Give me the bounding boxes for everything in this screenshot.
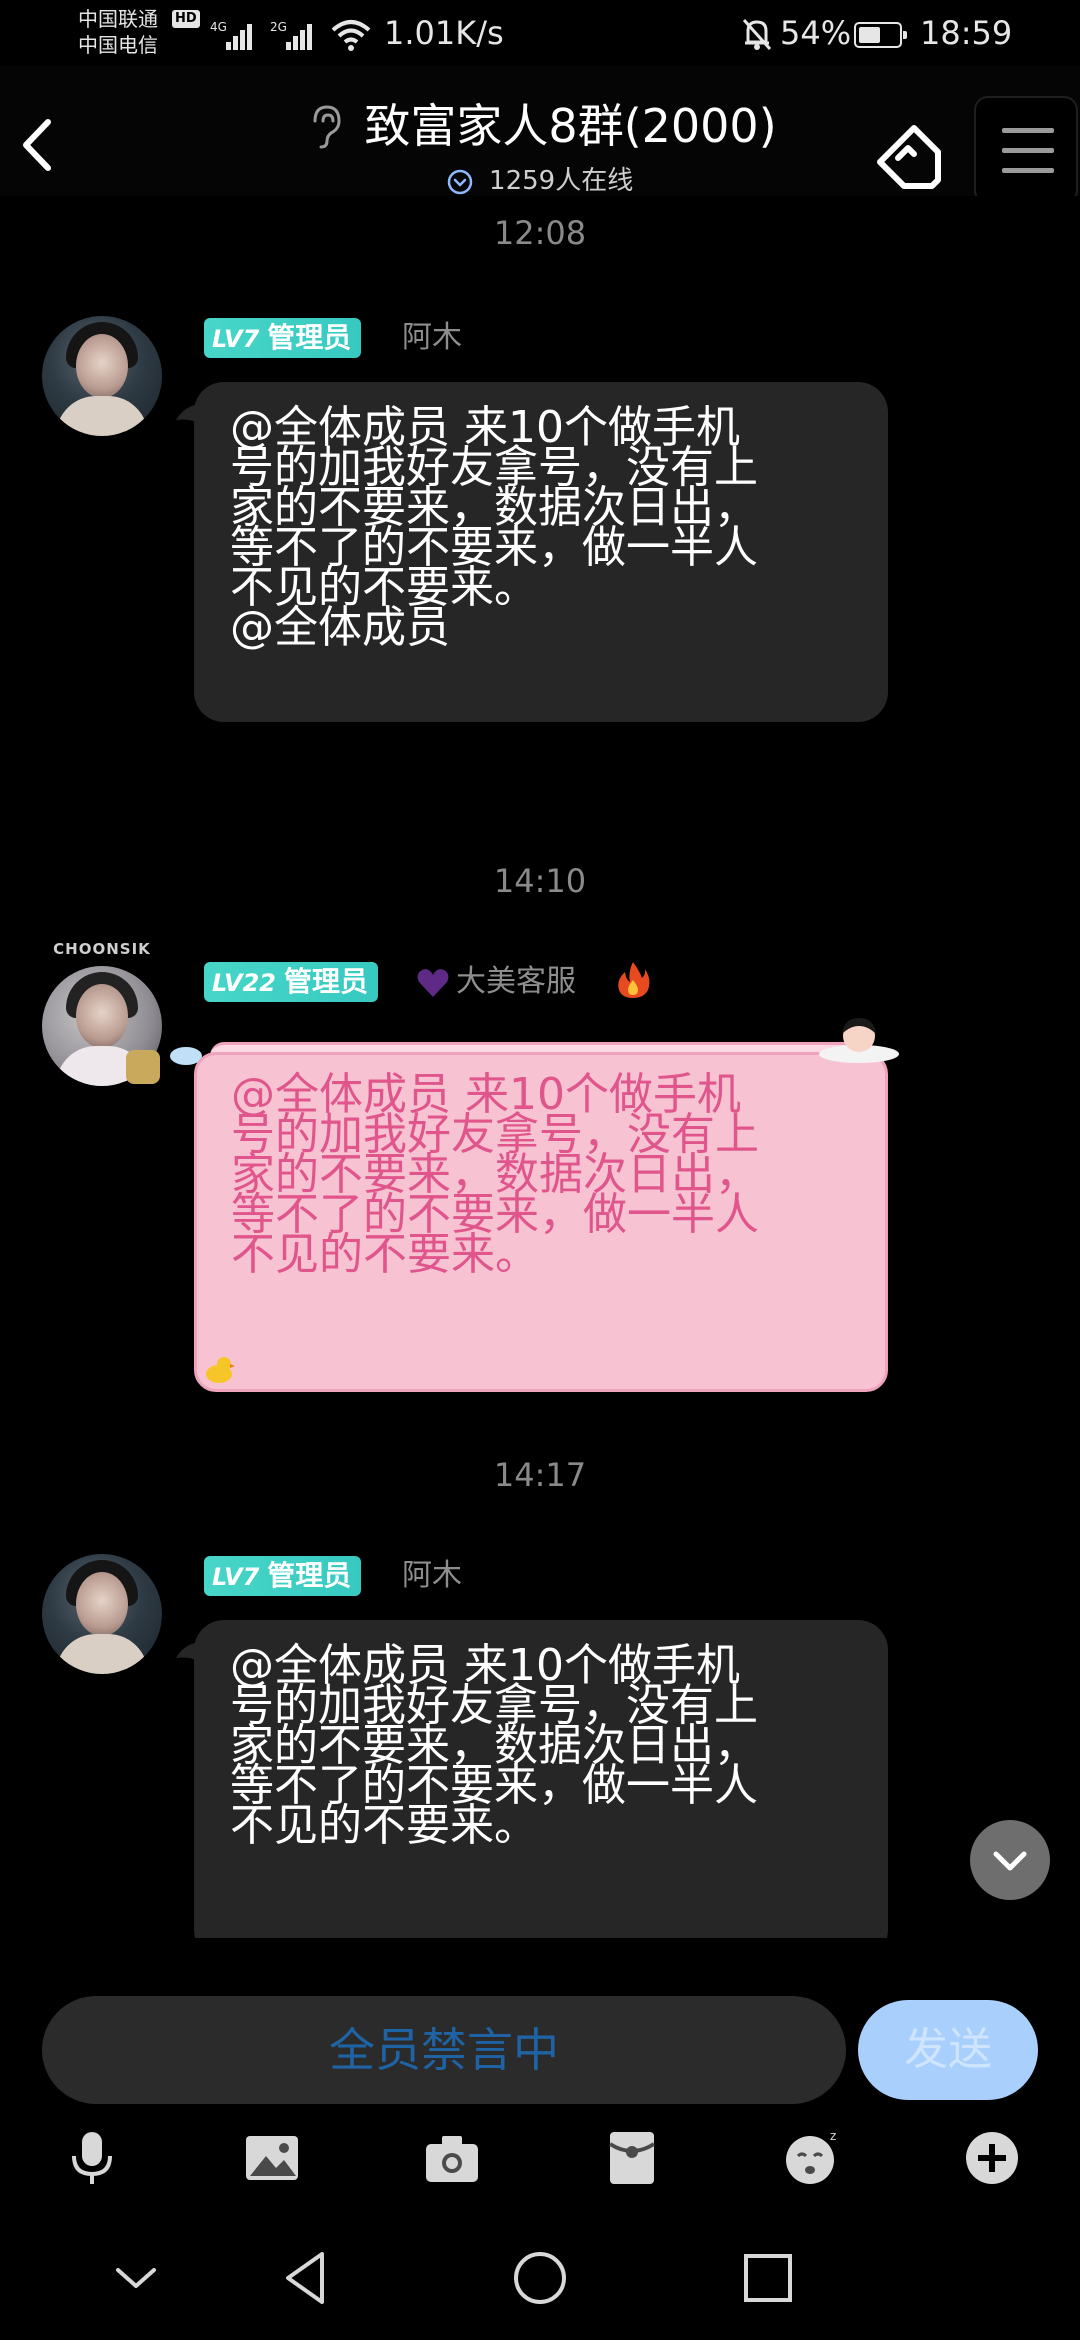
timestamp: 12:08 — [493, 214, 587, 252]
message-bubble[interactable]: @全体成员 来10个做手机 号的加我好友拿号，没有上 家的不要来，数据次日出， … — [194, 1620, 888, 1938]
role-label: 管理员 — [283, 965, 368, 998]
navigation-bar — [0, 2222, 1080, 2340]
level-badge: LV7 管理员 — [204, 318, 362, 358]
message-bubble[interactable]: @全体成员 来10个做手机 号的加我好友拿号，没有上 家的不要来，数据次日出， … — [194, 1052, 888, 1392]
wifi-icon — [331, 20, 371, 51]
net-tag-2: 2G — [270, 20, 287, 34]
plus-icon[interactable] — [960, 2126, 1024, 2190]
sender-name[interactable]: 阿木 — [402, 1556, 462, 1596]
purple-heart-icon — [417, 969, 449, 997]
chevron-down-icon — [993, 1851, 1027, 1871]
level-label: LV22 — [212, 969, 276, 997]
battery-icon — [854, 22, 907, 48]
level-label: LV7 — [212, 325, 260, 353]
level-badge: LV7 管理员 — [204, 1556, 362, 1596]
home-circle-icon[interactable] — [508, 2246, 572, 2310]
recents-square-icon[interactable] — [736, 2246, 800, 2310]
role-label: 管理员 — [267, 321, 352, 354]
toolbar: z — [0, 2126, 1080, 2206]
mute-bell-icon — [742, 18, 772, 51]
menu-bar-2 — [1002, 148, 1054, 153]
avatar-sticker-icon — [126, 1050, 160, 1084]
carrier-2: 中国电信 — [78, 33, 158, 57]
chat-header: 致富家人8群(2000) 1259人在线 — [0, 66, 1080, 204]
scroll-to-bottom-button[interactable] — [970, 1820, 1050, 1900]
microphone-icon[interactable] — [60, 2126, 124, 2190]
chat-area[interactable]: 12:08 LV7 管理员 阿木 @全体成员 来10个做手机 号的加我好友拿号，没… — [0, 196, 1080, 1938]
message-line: @全体成员 — [230, 602, 450, 653]
message-input[interactable]: 全员禁言中 — [42, 1996, 846, 2104]
level-label: LV7 — [212, 1563, 260, 1591]
message-line: 不见的不要来。 — [230, 1800, 538, 1851]
image-icon[interactable] — [240, 2126, 304, 2190]
menu-bar-3 — [1002, 168, 1054, 173]
timestamp: 14:10 — [493, 862, 587, 900]
send-button[interactable]: 发送 — [858, 2000, 1038, 2100]
level-badge: LV22 管理员 — [204, 962, 378, 1002]
fire-icon — [618, 962, 650, 998]
menu-button[interactable] — [974, 96, 1078, 204]
net-tag-1: 4G — [210, 20, 227, 34]
duck-icon — [206, 1357, 235, 1383]
signal-2-icon: 2G — [270, 20, 314, 54]
girl-sticker-icon — [819, 1018, 899, 1063]
sender-name[interactable]: 阿木 — [402, 318, 462, 358]
ear-icon — [313, 105, 341, 149]
online-count: 1259人在线 — [489, 166, 634, 196]
sender-name[interactable]: 大美客服 — [456, 962, 576, 1002]
avatar-frame-text: CHOONSIK — [53, 940, 151, 958]
carrier-labels: 中国联通 中国电信 — [78, 6, 158, 58]
avatar[interactable] — [42, 316, 162, 436]
svg-text:z: z — [830, 2129, 836, 2143]
battery-percent: 54% — [780, 14, 852, 52]
group-title: 致富家人8群(2000) — [364, 99, 777, 153]
group-tag-button[interactable] — [868, 116, 948, 196]
avatar[interactable] — [42, 1554, 162, 1674]
role-label: 管理员 — [267, 1559, 352, 1592]
camera-icon[interactable] — [420, 2126, 484, 2190]
timestamp: 14:17 — [493, 1456, 587, 1494]
battery-fill — [859, 27, 880, 43]
message-bubble[interactable]: @全体成员 来10个做手机 号的加我好友拿号，没有上 家的不要来，数据次日出， … — [194, 382, 888, 722]
tag-icon — [877, 125, 941, 189]
status-bar: 中国联通 中国电信 HD 4G 2G 1.01K/s 54% 18:59 — [0, 0, 1080, 66]
message-line: 不见的不要来。 — [231, 1229, 539, 1280]
clock: 18:59 — [920, 14, 1013, 52]
back-triangle-icon[interactable] — [276, 2246, 340, 2310]
chevron-down-icon[interactable] — [104, 2246, 168, 2310]
network-speed: 1.01K/s — [384, 14, 504, 52]
signal-1-icon: 4G — [210, 20, 254, 54]
chevron-down-circle-icon — [447, 169, 473, 194]
hd-badge: HD — [172, 10, 200, 28]
emoji-icon[interactable]: z — [780, 2126, 844, 2190]
carrier-1: 中国联通 — [78, 7, 158, 31]
red-packet-icon[interactable] — [600, 2126, 664, 2190]
menu-bar-1 — [1002, 128, 1054, 133]
